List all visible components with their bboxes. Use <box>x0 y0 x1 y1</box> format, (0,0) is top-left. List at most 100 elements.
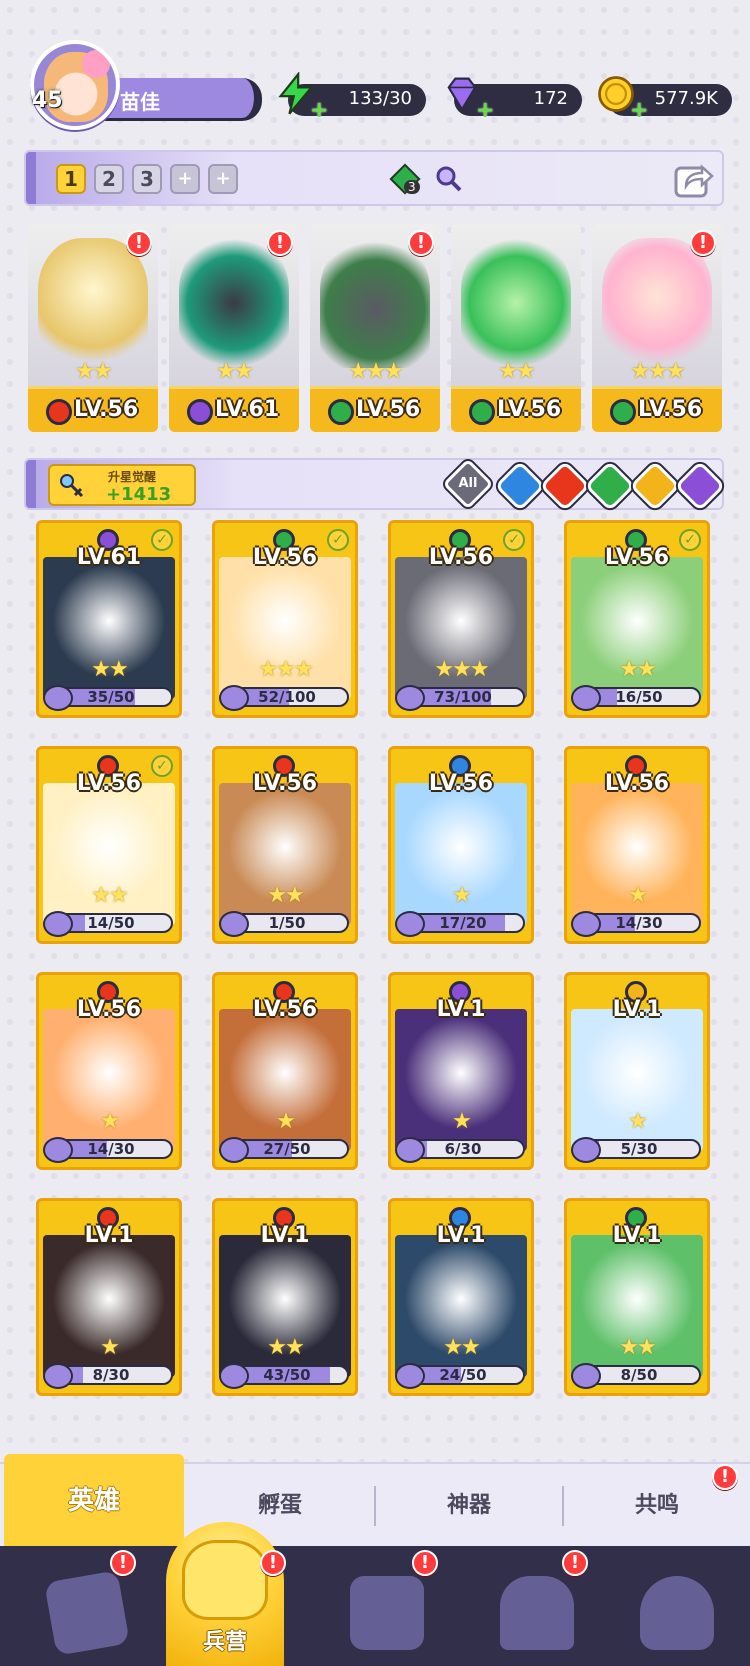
roster-hero-card[interactable]: LV.56 ✓ ★★★ 73/100 <box>388 520 534 718</box>
team-slot-add-1[interactable]: + <box>170 164 200 194</box>
roster-hero-card[interactable]: LV.1 ★★ 43/50 <box>212 1198 358 1396</box>
energy-resource[interactable]: + 133/30 <box>278 72 426 123</box>
hero-alert-icon: ! <box>267 230 293 256</box>
roster-hero-card[interactable]: LV.1 ★ 8/30 <box>36 1198 182 1396</box>
share-icon[interactable] <box>672 158 714 200</box>
filter-nature-icon[interactable] <box>584 460 636 512</box>
shard-icon <box>43 1363 73 1389</box>
roster-hero-card[interactable]: LV.56 ★ 17/20 <box>388 746 534 944</box>
hero-stars: ★★★ <box>348 359 403 384</box>
hero-stars: ★★ <box>216 359 253 384</box>
shard-icon <box>43 1137 73 1163</box>
player-name-bar[interactable]: 苗佳 <box>100 78 262 118</box>
hero-alert-icon: ! <box>408 230 434 256</box>
hero-stars: ★★ <box>91 657 128 682</box>
nav-shrine-alert-icon: ! <box>562 1550 588 1576</box>
checkmark-icon: ✓ <box>151 529 173 551</box>
filter-all-label: All <box>458 476 478 491</box>
team-hero-card[interactable]: ★★ LV.56 ! <box>28 224 158 432</box>
team-hero-card[interactable]: ★★ LV.61 ! <box>169 224 299 432</box>
filter-water-icon[interactable] <box>494 460 546 512</box>
hero-level-band: LV.56 <box>310 386 440 432</box>
team-hero-card[interactable]: ★★ LV.56 <box>451 224 581 432</box>
roster-hero-card[interactable]: LV.1 ★★ 8/50 <box>564 1198 710 1396</box>
tab-heroes[interactable]: 英雄 <box>4 1454 184 1548</box>
team-hero-card[interactable]: ★★★ LV.56 ! <box>310 224 440 432</box>
hero-level: LV.1 <box>436 997 486 1022</box>
dark-element-icon <box>187 399 213 425</box>
filter-light-icon[interactable] <box>629 460 681 512</box>
roster-hero-card[interactable]: LV.56 ★ 14/30 <box>564 746 710 944</box>
nav-barracks-label: 兵营 <box>202 1630 247 1655</box>
hero-stars: ★ <box>100 1335 120 1360</box>
gold-plus-icon[interactable]: + <box>630 98 648 123</box>
hero-stars: ★★★ <box>630 359 685 384</box>
team-slot-add-2[interactable]: + <box>208 164 238 194</box>
roster-hero-card[interactable]: LV.56 ✓ ★★ 16/50 <box>564 520 710 718</box>
hero-level-band: LV.56 <box>592 386 722 432</box>
magnifier-icon[interactable] <box>434 164 464 194</box>
team-slot-2[interactable]: 2 <box>94 164 124 194</box>
hero-stars: ★★ <box>91 883 128 908</box>
player-name: 苗佳 <box>120 90 160 114</box>
team-slot-1[interactable]: 1 <box>56 164 86 194</box>
filter-fire-icon[interactable] <box>539 460 591 512</box>
shard-icon <box>395 1137 425 1163</box>
tab-artifact[interactable]: 神器 <box>376 1464 562 1548</box>
hero-level-band: LV.56 <box>451 386 581 432</box>
checkmark-icon: ✓ <box>327 529 349 551</box>
star-upgrade-value: +1413 <box>106 484 172 505</box>
hero-portrait <box>602 238 712 368</box>
fire-element-icon <box>46 399 72 425</box>
roster-hero-card[interactable]: LV.1 ★ 6/30 <box>388 972 534 1170</box>
team-bar: 1 2 3 + + 3 <box>24 150 724 206</box>
hero-alert-icon: ! <box>126 230 152 256</box>
hero-portrait <box>461 238 571 368</box>
filter-bar-edge <box>26 460 36 508</box>
roster-hero-card[interactable]: LV.1 ★ 5/30 <box>564 972 710 1170</box>
shard-icon <box>571 911 601 937</box>
shard-icon <box>571 1363 601 1389</box>
hero-stars: ★ <box>628 883 648 908</box>
gem-plus-icon[interactable]: + <box>476 98 494 123</box>
shard-icon <box>571 685 601 711</box>
shard-icon <box>395 911 425 937</box>
filter-dark-icon[interactable] <box>674 460 726 512</box>
star-upgrade-label: 升星觉醒 <box>108 470 157 484</box>
team-hero-card[interactable]: ★★★ LV.56 ! <box>592 224 722 432</box>
team-slot-3[interactable]: 3 <box>132 164 162 194</box>
hero-stars: ★★ <box>619 657 656 682</box>
nature-element-icon <box>469 399 495 425</box>
hero-level: LV.1 <box>612 997 662 1022</box>
gem-resource[interactable]: + 172 <box>447 77 582 123</box>
nav-barracks-alert-icon: ! <box>260 1550 286 1576</box>
filter-bar: 升星觉醒 +1413 All <box>24 458 726 512</box>
roster-hero-card[interactable]: LV.56 ★★ 1/50 <box>212 746 358 944</box>
roster-hero-card[interactable]: LV.61 ✓ ★★ 35/50 <box>36 520 182 718</box>
filter-all-button[interactable]: All <box>442 458 494 510</box>
shard-icon <box>395 1363 425 1389</box>
hero-stars: ★★★ <box>258 657 313 682</box>
avatar[interactable] <box>30 40 120 130</box>
roster-hero-card[interactable]: LV.56 ★ 27/50 <box>212 972 358 1170</box>
gold-resource[interactable]: + 577.9K <box>598 76 732 123</box>
hero-level-band: LV.56 <box>28 386 158 432</box>
hero-portrait <box>38 238 148 368</box>
roster-hero-card[interactable]: LV.56 ✓ ★★ 14/50 <box>36 746 182 944</box>
roster-hero-card[interactable]: LV.56 ★ 14/30 <box>36 972 182 1170</box>
nav-guild[interactable] <box>600 1546 750 1666</box>
energy-plus-icon[interactable]: + <box>310 98 328 123</box>
checkmark-icon: ✓ <box>679 529 701 551</box>
hero-level: LV.56 <box>604 771 670 796</box>
roster-hero-card[interactable]: LV.56 ✓ ★★★ 52/100 <box>212 520 358 718</box>
nav-map-alert-icon: ! <box>412 1550 438 1576</box>
hero-stars: ★★ <box>443 1335 480 1360</box>
nav-cards-alert-icon: ! <box>110 1550 136 1576</box>
hero-level: LV.61 <box>215 397 280 422</box>
star-upgrade-box[interactable]: 升星觉醒 +1413 <box>48 464 196 506</box>
nav-cards[interactable] <box>10 1546 160 1666</box>
checkmark-icon: ✓ <box>503 529 525 551</box>
hero-level: LV.56 <box>74 397 139 422</box>
roster-hero-card[interactable]: LV.1 ★★ 24/50 <box>388 1198 534 1396</box>
sub-tab-bar: 英雄 孵蛋 神器 共鸣 <box>0 1454 750 1548</box>
